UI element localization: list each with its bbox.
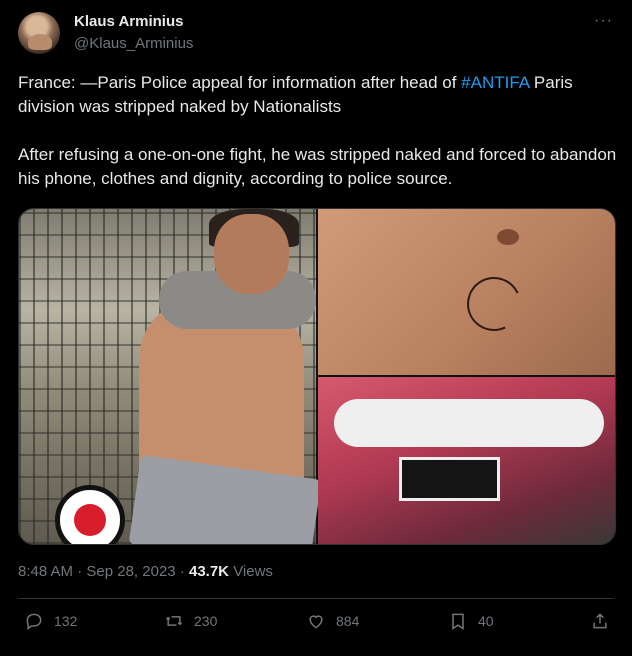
- share-icon: [593, 613, 607, 629]
- divider: [18, 598, 614, 599]
- chest-detail: [497, 229, 519, 245]
- repost-count: 230: [194, 613, 218, 629]
- hashtag-link[interactable]: #ANTIFA: [461, 73, 529, 92]
- bookmark-button[interactable]: 40: [448, 611, 494, 631]
- hammer-sickle-tattoo-icon: [459, 269, 529, 339]
- like-count: 884: [336, 613, 360, 629]
- bookmark-count: 40: [478, 613, 494, 629]
- tweet: Klaus Arminius @Klaus_Arminius ··· Franc…: [0, 0, 632, 656]
- time: 8:48 AM: [18, 563, 74, 580]
- author-handle[interactable]: @Klaus_Arminius: [74, 35, 193, 52]
- graffiti-tag: [334, 399, 604, 447]
- graffiti-block: [399, 457, 500, 501]
- repost-button[interactable]: 230: [164, 611, 217, 631]
- share-button[interactable]: [590, 611, 620, 631]
- separator-2: ·: [179, 563, 185, 580]
- reply-button[interactable]: 132: [24, 611, 77, 631]
- reply-count: 132: [54, 613, 78, 629]
- repost-icon: [165, 616, 183, 626]
- heart-icon: [309, 615, 323, 629]
- avatar[interactable]: [18, 12, 60, 54]
- views-count: 43.7K: [188, 563, 230, 580]
- media-grid: [18, 208, 616, 545]
- separator: ·: [77, 563, 83, 580]
- date: Sep 28, 2023: [86, 563, 176, 580]
- media-image-2[interactable]: [318, 209, 615, 375]
- media-image-1[interactable]: [19, 209, 322, 544]
- views-label: Views: [233, 563, 273, 580]
- bookmark-icon: [452, 613, 464, 630]
- author-name[interactable]: Klaus Arminius: [74, 13, 183, 30]
- timestamp[interactable]: 8:48 AM · Sep 28, 2023 · 43.7K Views: [18, 563, 273, 580]
- tweet-text: France: —Paris Police appeal for informa…: [18, 71, 618, 191]
- tweet-text-part1: France: —Paris Police appeal for informa…: [18, 73, 462, 92]
- action-bar: 132 230 884 40: [18, 611, 618, 641]
- more-icon[interactable]: ···: [594, 12, 613, 30]
- like-button[interactable]: 884: [306, 611, 359, 631]
- person-head: [214, 214, 289, 294]
- media-image-3[interactable]: [318, 377, 615, 544]
- reply-icon: [26, 613, 42, 630]
